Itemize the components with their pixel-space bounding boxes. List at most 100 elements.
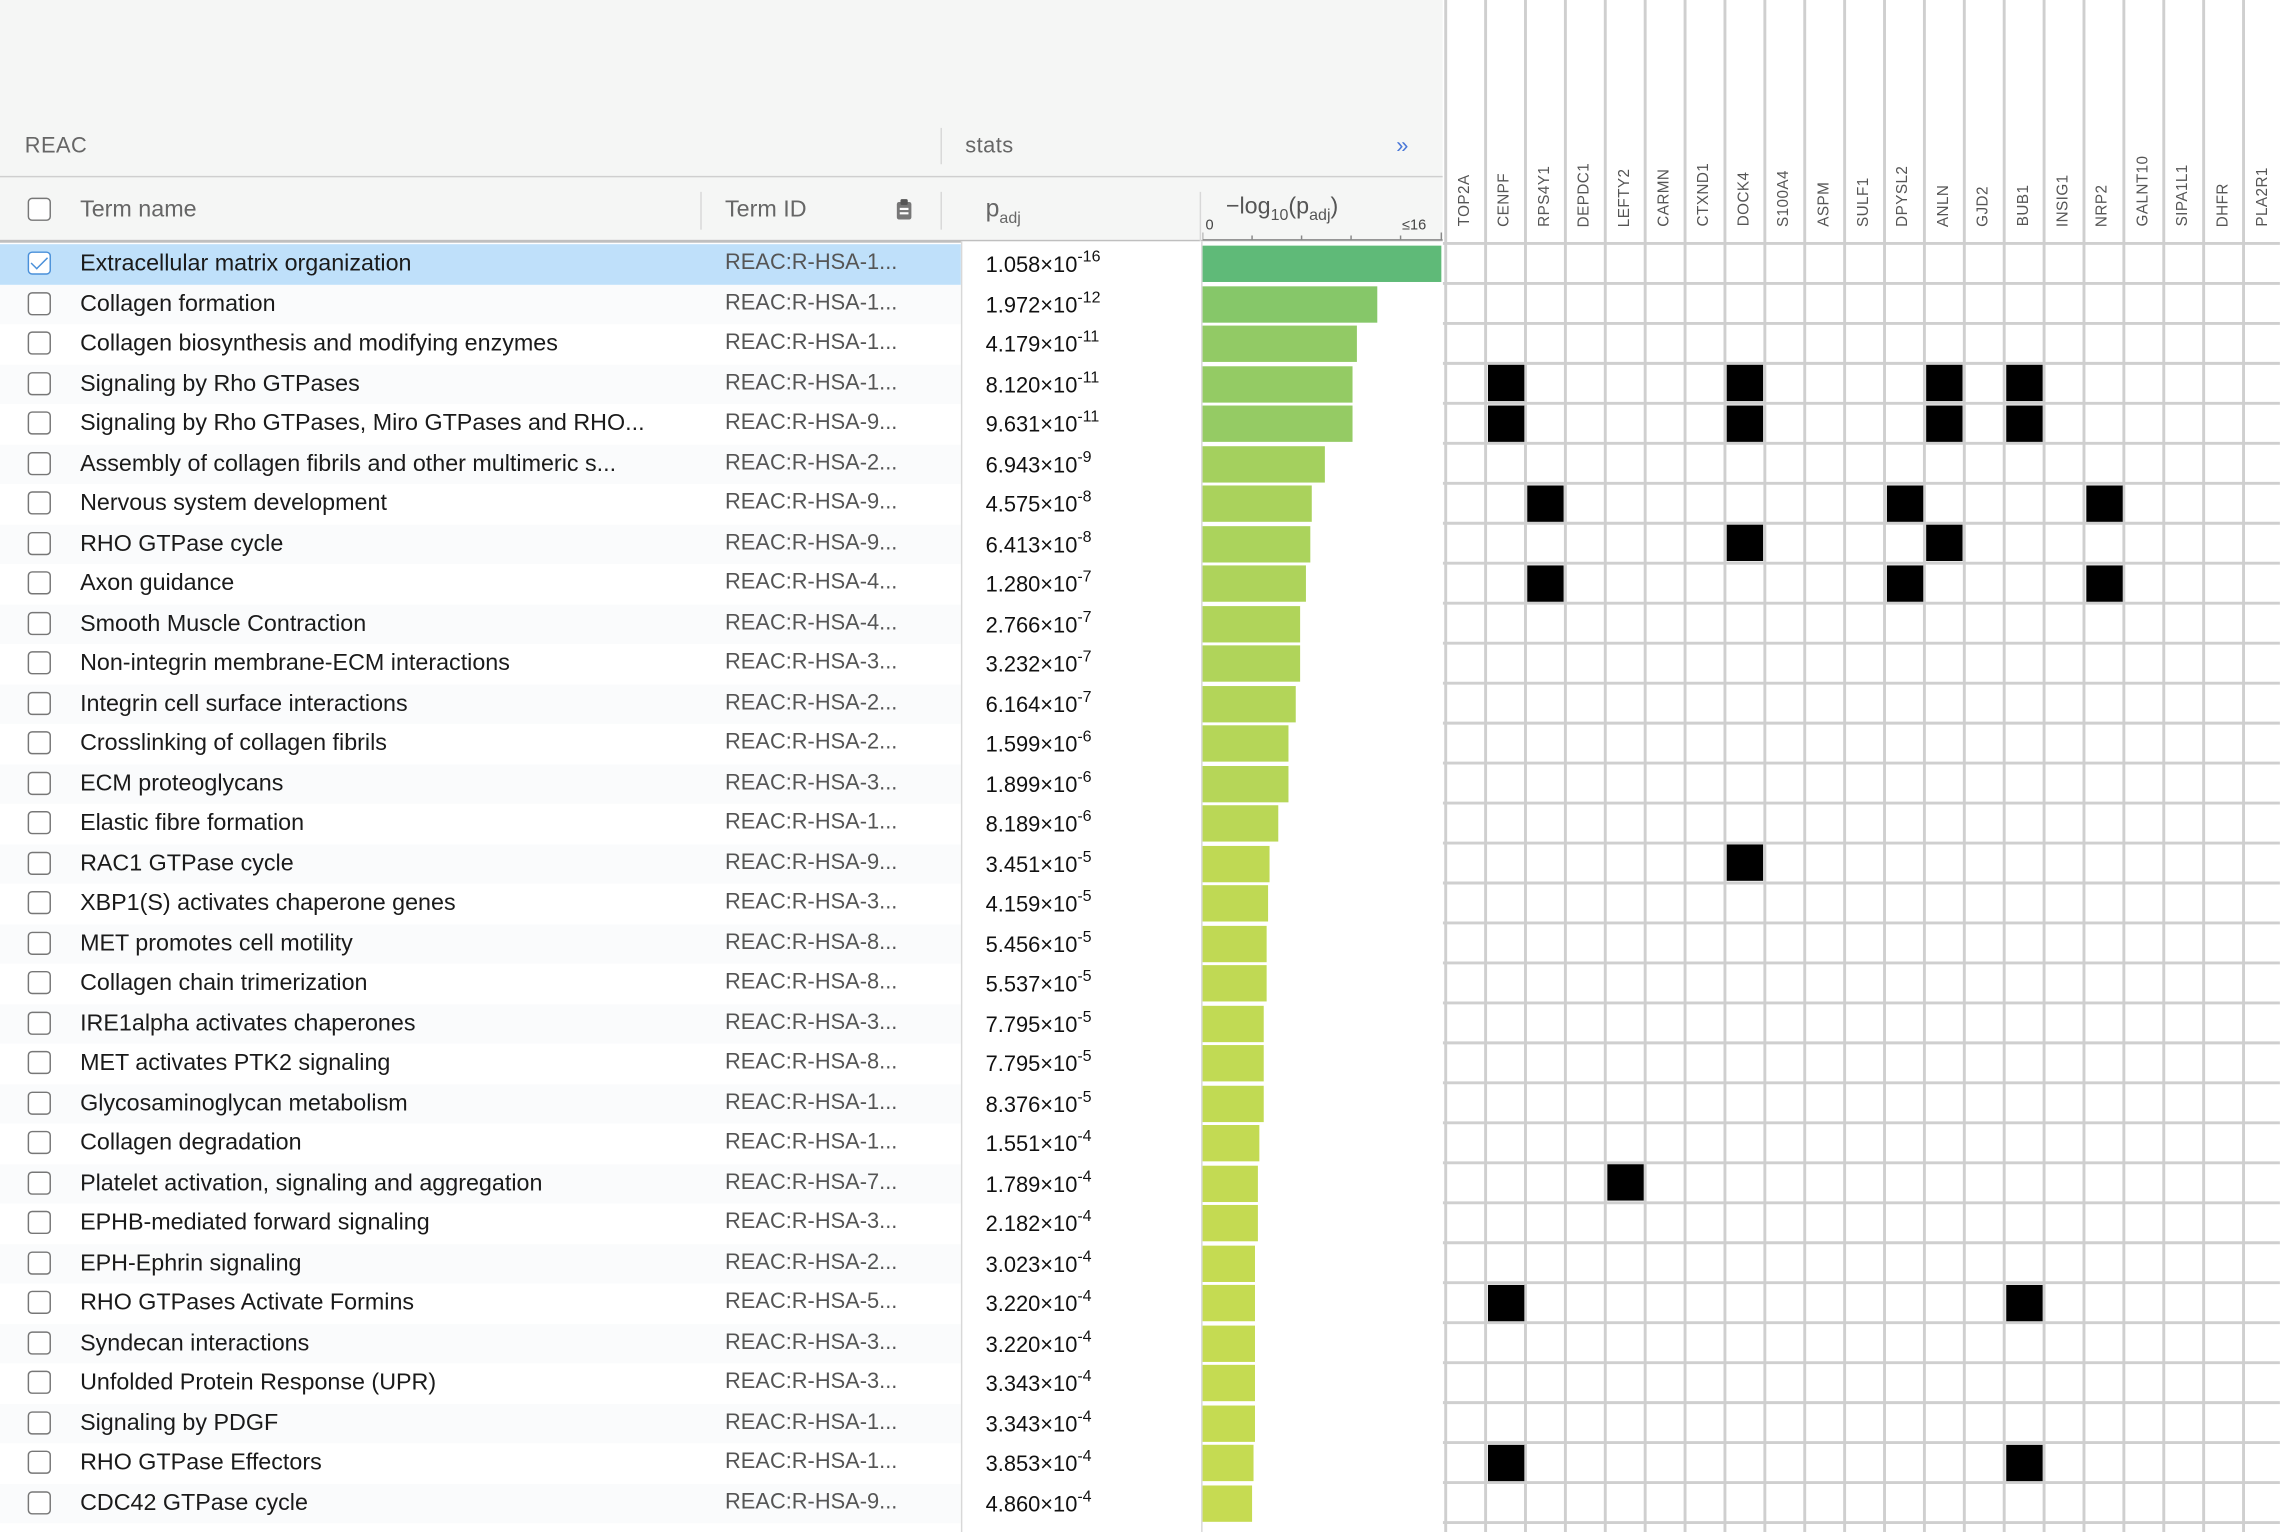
row-stats: 1.599×10-6 bbox=[0, 724, 1443, 764]
gene-hit-cell[interactable] bbox=[2006, 404, 2043, 442]
gene-hit-cell[interactable] bbox=[1527, 564, 1565, 602]
padj-exponent: -5 bbox=[1077, 1087, 1092, 1106]
gene-label[interactable]: GALNT10 bbox=[2134, 156, 2151, 227]
gene-label[interactable]: TOP2A bbox=[1456, 175, 1473, 227]
row-stats: 2.766×10-7 bbox=[0, 604, 1443, 644]
padj-value: 7.795×10-5 bbox=[986, 1008, 1092, 1037]
gene-label[interactable]: INSIG1 bbox=[2054, 174, 2071, 227]
gene-label[interactable]: CTXND1 bbox=[1695, 163, 1712, 227]
gene-hit-cell[interactable] bbox=[1886, 484, 1924, 522]
gene-hit-cell[interactable] bbox=[1607, 1164, 1644, 1201]
gene-label[interactable]: CARMN bbox=[1655, 169, 1672, 227]
padj-value: 6.413×10-8 bbox=[986, 528, 1092, 557]
row-stats: 8.376×10-5 bbox=[0, 1084, 1443, 1124]
gene-label[interactable]: BUB1 bbox=[2014, 185, 2031, 227]
gene-label[interactable]: LEFTY2 bbox=[1615, 168, 1632, 227]
select-all-checkbox[interactable] bbox=[27, 197, 51, 221]
padj-mantissa: 2.182×10 bbox=[985, 1212, 1078, 1237]
row-stats: 3.220×10-4 bbox=[0, 1283, 1443, 1323]
gene-hit-cell[interactable] bbox=[1727, 404, 1764, 442]
gene-label[interactable]: DEPDC1 bbox=[1576, 162, 1593, 227]
gene-label[interactable]: CENPF bbox=[1496, 173, 1513, 227]
gene-label[interactable]: SULF1 bbox=[1855, 177, 1872, 227]
row-stats: 5.456×10-5 bbox=[0, 924, 1443, 964]
gene-hit-cell[interactable] bbox=[1926, 524, 1963, 562]
row-stats: 5.537×10-5 bbox=[0, 964, 1443, 1004]
padj-mantissa: 8.376×10 bbox=[985, 1092, 1078, 1118]
gene-hit-cell[interactable] bbox=[1487, 364, 1525, 402]
padj-mantissa: 2.766×10 bbox=[985, 612, 1078, 638]
padj-value: 4.159×10-5 bbox=[985, 888, 1092, 918]
gene-label[interactable]: S100A4 bbox=[1775, 170, 1792, 227]
log-padj-bar bbox=[1202, 1164, 1259, 1202]
gene-label[interactable]: DPYSL2 bbox=[1895, 166, 1912, 227]
gene-hit-cell[interactable] bbox=[1727, 524, 1764, 562]
gene-hit-cell[interactable] bbox=[1527, 484, 1565, 522]
padj-exponent: -4 bbox=[1077, 1247, 1092, 1266]
gene-label[interactable]: RPS4Y1 bbox=[1536, 166, 1553, 227]
row-stats: 3.220×10-4 bbox=[0, 1323, 1443, 1363]
gene-hit-cell[interactable] bbox=[1926, 404, 1963, 442]
gene-label[interactable]: GJD2 bbox=[1974, 186, 1991, 227]
padj-exponent: -8 bbox=[1077, 528, 1092, 546]
gene-hit-cell[interactable] bbox=[1886, 564, 1924, 602]
padj-value: 5.456×10-5 bbox=[985, 928, 1092, 958]
gene-hit-cell[interactable] bbox=[1727, 364, 1764, 402]
term-name-header[interactable]: Term name bbox=[80, 198, 197, 224]
row-stats: 1.899×10-6 bbox=[0, 764, 1443, 804]
gene-hit-cell[interactable] bbox=[2086, 484, 2123, 522]
log-base: 10 bbox=[1270, 206, 1289, 225]
padj-mantissa: 5.537×10 bbox=[985, 972, 1078, 998]
log-padj-bar bbox=[1202, 925, 1267, 962]
padj-exponent: -8 bbox=[1077, 488, 1092, 506]
gene-hit-cell[interactable] bbox=[1487, 1444, 1525, 1481]
copy-clipboard-icon[interactable] bbox=[894, 198, 914, 221]
log-padj-bar bbox=[1202, 845, 1270, 882]
padj-mantissa: 4.179×10 bbox=[985, 332, 1078, 358]
gene-label[interactable]: NRP2 bbox=[2094, 184, 2111, 226]
gene-hit-cell[interactable] bbox=[2006, 1284, 2043, 1321]
padj-value: 3.232×10-7 bbox=[986, 648, 1092, 677]
row-stats: 7.795×10-5 bbox=[0, 1044, 1443, 1084]
padj-value: 1.599×10-6 bbox=[986, 728, 1092, 757]
padj-mantissa: 6.164×10 bbox=[985, 692, 1078, 718]
gene-hit-cell[interactable] bbox=[1487, 404, 1525, 442]
log-padj-bar bbox=[1202, 365, 1354, 402]
gene-hit-cell[interactable] bbox=[2086, 564, 2123, 602]
gene-hit-cell[interactable] bbox=[2006, 1444, 2043, 1481]
padj-mantissa: 5.456×10 bbox=[985, 932, 1078, 958]
padj-value: 3.343×10-4 bbox=[985, 1408, 1092, 1437]
gene-hit-cell[interactable] bbox=[1727, 844, 1764, 881]
gene-label[interactable]: ASPM bbox=[1815, 182, 1832, 227]
gene-label[interactable]: SIPA1L1 bbox=[2174, 165, 2191, 227]
term-id-header[interactable]: Term ID bbox=[725, 198, 807, 224]
gene-label[interactable]: DOCK4 bbox=[1735, 172, 1752, 227]
log-padj-bar bbox=[1202, 605, 1301, 642]
padj-mantissa: 3.343×10 bbox=[985, 1412, 1078, 1437]
gene-label[interactable]: DHFR bbox=[2214, 183, 2231, 227]
log-padj-bar bbox=[1202, 1244, 1256, 1282]
padj-mantissa: 3.343×10 bbox=[985, 1372, 1078, 1397]
row-stats: 1.058×10-16 bbox=[0, 244, 1443, 284]
gene-label[interactable]: ANLN bbox=[1935, 184, 1952, 226]
expand-stats-icon[interactable]: » bbox=[1396, 134, 1408, 159]
gene-hit-cell[interactable] bbox=[1926, 364, 1963, 402]
row-stats: 2.182×10-4 bbox=[0, 1203, 1443, 1243]
log-padj-header[interactable]: −log10(padj) bbox=[1226, 195, 1338, 224]
gene-hit-cell[interactable] bbox=[1487, 1284, 1525, 1321]
padj-mantissa: 4.159×10 bbox=[985, 892, 1078, 918]
padj-mantissa: 3.023×10 bbox=[985, 1252, 1078, 1277]
padj-mantissa: 3.853×10 bbox=[985, 1452, 1078, 1477]
padj-exponent: -4 bbox=[1077, 1327, 1092, 1346]
log-subscript: adj bbox=[1309, 206, 1331, 225]
padj-exponent: -5 bbox=[1077, 848, 1092, 866]
padj-header[interactable]: padj bbox=[986, 195, 1021, 228]
padj-value: 1.899×10-6 bbox=[986, 768, 1092, 797]
gene-label[interactable]: PLA2R1 bbox=[2254, 167, 2271, 226]
padj-mantissa: 4.860×10 bbox=[985, 1492, 1078, 1517]
log-padj-bar bbox=[1202, 1284, 1255, 1322]
gene-hit-cell[interactable] bbox=[2006, 364, 2043, 402]
log-padj-bar bbox=[1202, 1324, 1255, 1362]
log-padj-bar bbox=[1202, 445, 1325, 482]
padj-exponent: -5 bbox=[1077, 968, 1092, 986]
